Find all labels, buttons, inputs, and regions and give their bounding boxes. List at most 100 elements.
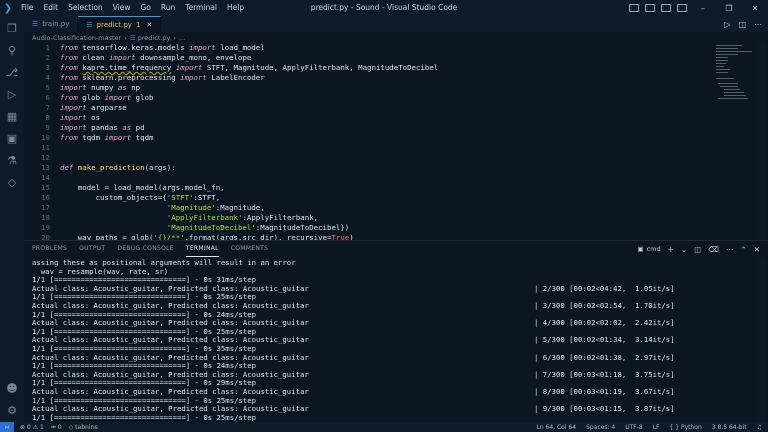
problem-count: 1 (135, 20, 141, 29)
ports-indicator[interactable]: ⚮ 0 (51, 424, 62, 431)
language-mode[interactable]: { } Python (670, 424, 702, 431)
split-editor-icon[interactable]: ◫ (738, 20, 746, 29)
line-number: 13 (41, 163, 50, 172)
code-line[interactable]: 9 import pandas as pd (24, 123, 724, 133)
line-ending[interactable]: LF (653, 424, 660, 431)
tabnine-status[interactable]: ◇ tabnine (69, 424, 98, 431)
code-text: from kapre.time_frequency import STFT, M… (60, 63, 439, 72)
code-line[interactable]: 2 from clean import downsample_mono, enve… (24, 53, 724, 63)
menu-go[interactable]: Go (135, 0, 155, 16)
code-text: 'Magnitude':Magnitude, (166, 203, 265, 212)
account-icon[interactable]: ☻ (4, 380, 20, 396)
code-line[interactable]: 5 import numpy as np (24, 83, 724, 93)
progress-readout: | 5/300 [00:02<01:34, 3.14it/s] (534, 335, 675, 345)
tab-terminal[interactable]: TERMINAL (185, 241, 219, 257)
more-actions-icon[interactable]: ⋯ (754, 20, 762, 29)
code-line[interactable]: 8 import os (24, 113, 724, 123)
menu-view[interactable]: View (108, 0, 136, 16)
progress-readout: | 4/300 [00:02<02:02, 2.42it/s] (534, 318, 675, 328)
code-text: from sklearn.preprocessing import LabelE… (60, 73, 265, 82)
menu-terminal[interactable]: Terminal (180, 0, 222, 16)
code-line[interactable]: 18 'ApplyFilterbank':ApplyFilterbank, (24, 213, 724, 223)
code-line[interactable]: 20 wav_paths = glob('{}/**'.format(args.… (24, 233, 724, 240)
more-actions-icon[interactable]: ⋯ (726, 245, 734, 254)
code-line[interactable]: 16 custom_objects={'STFT':STFT, (24, 193, 724, 203)
code-line[interactable]: 17 'Magnitude':Magnitude, (24, 203, 724, 213)
tab-debug-console[interactable]: DEBUG CONSOLE (117, 241, 173, 257)
search-icon[interactable]: ⚲ (4, 42, 20, 58)
code-line[interactable]: 19 'MagnitudeToDecibel':MagnitudeToDecib… (24, 223, 724, 233)
terminal-scrollbar[interactable] (758, 259, 766, 421)
tabnine-icon[interactable]: ◇ (4, 174, 20, 190)
toggle-panel-icon[interactable] (645, 4, 655, 12)
encoding[interactable]: UTF-8 (625, 424, 643, 431)
code-text: from clean import downsample_mono, envel… (60, 53, 252, 62)
code-line[interactable]: 4 from sklearn.preprocessing import Label… (24, 73, 724, 83)
code-text: import numpy as np (60, 83, 141, 92)
code-line[interactable]: 12 (24, 153, 724, 163)
remote-explorer-icon[interactable]: ▣ (4, 130, 20, 146)
tab-train-py[interactable]: ☰ train.py (24, 16, 79, 32)
tab-comments[interactable]: COMMENTS (231, 241, 268, 257)
menu-file[interactable]: File (16, 0, 39, 16)
close-panel-icon[interactable]: ✕ (754, 245, 760, 254)
status-left: ⊗ 0 ⚠ 1 ⚮ 0 ◇ tabnine (14, 424, 98, 431)
editor-actions: ▷ ◫ ⋯ (724, 16, 762, 32)
code-line[interactable]: 6 from glob import glob (24, 93, 724, 103)
minimap[interactable] (716, 43, 754, 103)
kill-terminal-icon[interactable]: ⌫ (708, 245, 719, 254)
close-window-icon[interactable]: ✕ (742, 0, 768, 16)
terminal-output[interactable]: assing these as positional arguments wil… (32, 259, 742, 421)
breadcrumb-file[interactable]: predict.py (138, 34, 171, 42)
testing-icon[interactable]: ⚗ (4, 152, 20, 168)
chevron-down-icon[interactable]: ⌄ (681, 245, 687, 254)
code-line[interactable]: 3 from kapre.time_frequency import STFT, … (24, 63, 724, 73)
new-terminal-icon[interactable]: + (668, 245, 674, 254)
breadcrumb-folder[interactable]: Audio-Classification-master (32, 34, 121, 42)
indentation[interactable]: Spaces: 4 (586, 424, 615, 431)
extensions-icon[interactable]: ▦ (4, 108, 20, 124)
warning-icon: ⚠ (32, 423, 39, 431)
problems-indicator[interactable]: ⊗ 0 ⚠ 1 (20, 424, 44, 431)
split-terminal-icon[interactable]: ◫ (694, 245, 701, 254)
run-debug-icon[interactable]: ▷ (4, 86, 20, 102)
menu-help[interactable]: Help (222, 0, 249, 16)
manage-gear-icon[interactable]: ⚙ (4, 402, 20, 418)
toggle-secondary-sidebar-icon[interactable] (661, 4, 671, 12)
python-interpreter[interactable]: 3.8.5 64-bit (712, 424, 747, 431)
tab-output[interactable]: OUTPUT (79, 241, 105, 257)
language-label: Python (680, 423, 702, 431)
minimize-icon[interactable]: – (690, 0, 716, 16)
source-control-icon[interactable]: ⎇ (4, 64, 20, 80)
editor-scrollbar[interactable] (758, 43, 766, 240)
remote-indicator-icon[interactable]: ›‹ (0, 422, 14, 432)
code-line[interactable]: 10 from tqdm import tqdm (24, 133, 724, 143)
line-number: 11 (41, 143, 50, 152)
code-line[interactable]: 7 import argparse (24, 103, 724, 113)
terminal-select[interactable]: ▣ cmd (637, 245, 660, 253)
tab-problems[interactable]: PROBLEMS (32, 241, 67, 257)
code-line[interactable]: 15 model = load_model(args.model_fn, (24, 183, 724, 193)
breadcrumb-symbol[interactable]: ... (179, 34, 185, 42)
maximize-panel-icon[interactable]: ⌃ (740, 245, 746, 254)
notifications-bell-icon[interactable]: ♫ (757, 424, 762, 431)
menu-selection[interactable]: Selection (63, 0, 108, 16)
cursor-position[interactable]: Ln 64, Col 64 (536, 424, 576, 431)
code-editor[interactable]: 1 from tensorflow.keras.models import loa… (24, 43, 768, 240)
code-line[interactable]: 1 from tensorflow.keras.models import loa… (24, 43, 724, 53)
run-file-icon[interactable]: ▷ (724, 20, 730, 29)
close-tab-icon[interactable]: ✕ (146, 21, 152, 29)
explorer-icon[interactable]: ❐ (4, 20, 20, 36)
code-line[interactable]: 14 (24, 173, 724, 183)
line-number: 1 (45, 43, 50, 52)
menu-edit[interactable]: Edit (39, 0, 64, 16)
code-line[interactable]: 11 (24, 143, 724, 153)
code-text: from tensorflow.keras.models import load… (60, 43, 265, 52)
customize-layout-icon[interactable] (677, 4, 687, 12)
toggle-sidebar-icon[interactable] (629, 4, 639, 12)
code-line[interactable]: 13 def make_prediction(args): (24, 163, 724, 173)
menu-run[interactable]: Run (156, 0, 180, 16)
restore-icon[interactable]: ❐ (716, 0, 742, 16)
title-controls: – ❐ ✕ (626, 0, 768, 16)
tab-predict-py[interactable]: ☰ predict.py 1 ✕ (78, 16, 162, 32)
